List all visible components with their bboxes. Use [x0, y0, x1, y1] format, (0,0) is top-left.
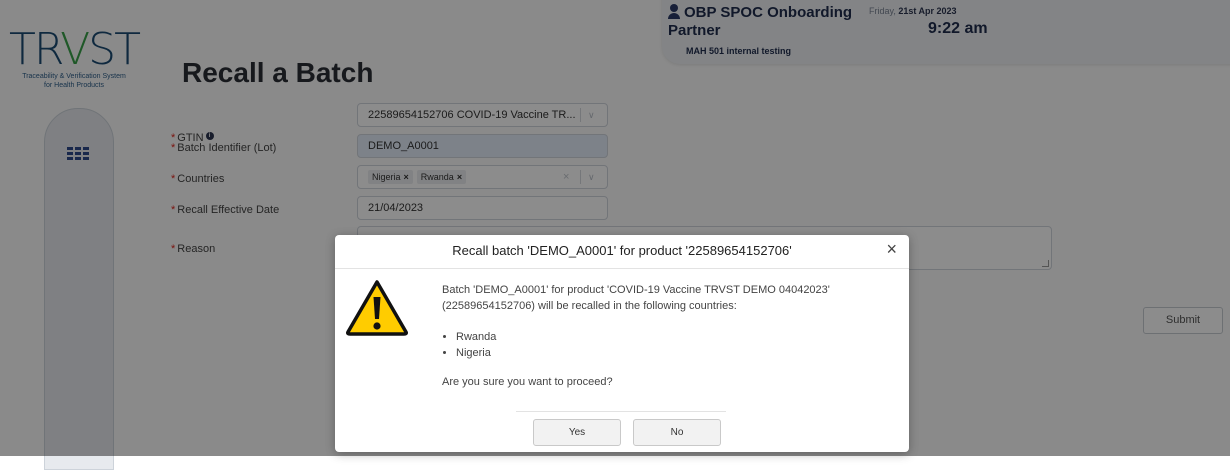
- modal-question: Are you sure you want to proceed?: [442, 376, 613, 388]
- warning-icon: [346, 280, 408, 336]
- divider: [516, 411, 726, 412]
- recall-confirm-dialog: Recall batch 'DEMO_A0001' for product '2…: [335, 235, 909, 452]
- modal-header: Recall batch 'DEMO_A0001' for product '2…: [335, 235, 909, 269]
- yes-button[interactable]: Yes: [533, 419, 621, 446]
- no-button[interactable]: No: [633, 419, 721, 446]
- country-list: Rwanda Nigeria: [442, 329, 496, 361]
- modal-title: Recall batch 'DEMO_A0001' for product '2…: [452, 243, 792, 258]
- close-icon[interactable]: ×: [886, 239, 897, 260]
- modal-message: Batch 'DEMO_A0001' for product 'COVID-19…: [442, 284, 830, 312]
- list-item: Rwanda: [456, 329, 496, 345]
- list-item: Nigeria: [456, 345, 496, 361]
